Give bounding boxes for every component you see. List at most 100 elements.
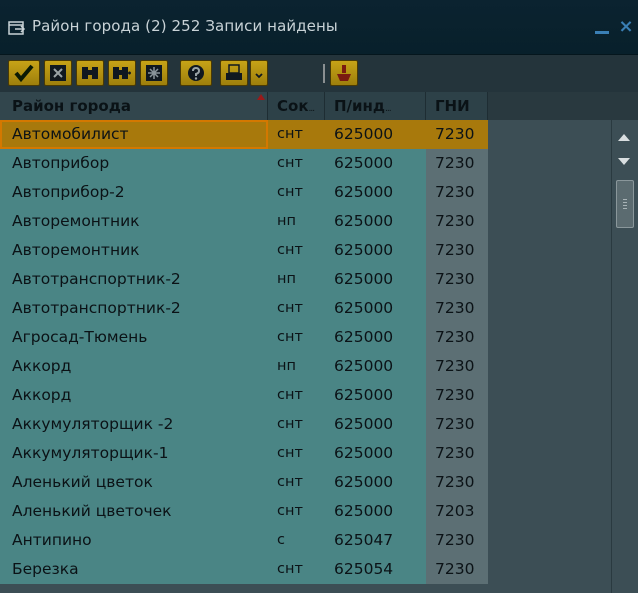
cell-city: Автомобилист <box>0 120 268 149</box>
cell-gni: 7230 <box>426 439 488 468</box>
cell-city: Аленький цветок <box>0 468 268 497</box>
cell-postal: 625000 <box>325 352 426 381</box>
column-header-city[interactable]: Район города <box>0 92 268 120</box>
cell-sok: нп <box>268 265 325 294</box>
cell-city: Авторемонтник <box>0 207 268 236</box>
column-header-postal-ellipsis: ... <box>385 104 392 114</box>
cell-postal: 625000 <box>325 497 426 526</box>
column-header-postal-label: П/инд <box>334 97 386 115</box>
cell-gni: 7230 <box>426 468 488 497</box>
column-header-gni[interactable]: ГНИ <box>426 92 488 120</box>
cell-gni: 7230 <box>426 149 488 178</box>
cell-gni: 7230 <box>426 352 488 381</box>
print-options-dropdown[interactable] <box>250 60 268 86</box>
column-header-postal[interactable]: П/инд... <box>325 92 426 120</box>
cell-postal: 625000 <box>325 265 426 294</box>
cell-postal: 625000 <box>325 120 426 149</box>
table-row[interactable]: Авторемонтник снт 625000 7230 <box>0 236 488 265</box>
settings-button[interactable] <box>140 60 168 86</box>
find-button[interactable] <box>76 60 104 86</box>
help-icon <box>185 64 207 82</box>
table-row[interactable]: Аккорд снт 625000 7230 <box>0 381 488 410</box>
cancel-button[interactable] <box>44 60 72 86</box>
table-row[interactable]: Автоприбор снт 625000 7230 <box>0 149 488 178</box>
find-next-icon <box>112 64 132 82</box>
cell-sok: снт <box>268 178 325 207</box>
confirm-button[interactable] <box>8 60 40 86</box>
cell-postal: 625047 <box>325 526 426 555</box>
cell-city: Автоприбор-2 <box>0 178 268 207</box>
cell-postal: 625000 <box>325 410 426 439</box>
find-icon <box>81 64 99 82</box>
cell-postal: 625054 <box>325 555 426 584</box>
find-next-button[interactable] <box>108 60 136 86</box>
cell-city: Авторемонтник <box>0 236 268 265</box>
scroll-down-icon[interactable] <box>618 158 630 165</box>
cell-city: Агросад-Тюмень <box>0 323 268 352</box>
cell-city: Антипино <box>0 526 268 555</box>
vertical-scrollbar[interactable] <box>611 120 638 593</box>
scroll-up-icon[interactable] <box>618 134 630 141</box>
cell-city: Автотранспортник-2 <box>0 294 268 323</box>
column-header-sok-ellipsis: ... <box>308 104 316 114</box>
cell-city: Аккумуляторщик -2 <box>0 410 268 439</box>
cell-sok: снт <box>268 323 325 352</box>
cell-sok: снт <box>268 120 325 149</box>
help-button[interactable] <box>180 60 212 86</box>
table-row[interactable]: Антипино с 625047 7230 <box>0 526 488 555</box>
table-row[interactable]: Агросад-Тюмень снт 625000 7230 <box>0 323 488 352</box>
minimize-icon[interactable] <box>594 20 610 36</box>
cell-sok: снт <box>268 410 325 439</box>
cell-postal: 625000 <box>325 236 426 265</box>
print-button[interactable] <box>220 60 248 86</box>
cell-sok: нп <box>268 207 325 236</box>
table-row[interactable]: Авторемонтник нп 625000 7230 <box>0 207 488 236</box>
cell-city: Автоприбор <box>0 149 268 178</box>
cell-postal: 625000 <box>325 323 426 352</box>
cell-postal: 625000 <box>325 149 426 178</box>
cell-postal: 625000 <box>325 294 426 323</box>
column-header-sok[interactable]: Сок... <box>268 92 325 120</box>
table-row[interactable]: Автотранспортник-2 нп 625000 7230 <box>0 265 488 294</box>
cell-gni: 7203 <box>426 497 488 526</box>
cell-gni: 7230 <box>426 207 488 236</box>
cell-city: Автотранспортник-2 <box>0 265 268 294</box>
table-row[interactable]: Автомобилист снт 625000 7230 <box>0 120 488 149</box>
window-icon <box>8 20 26 36</box>
cell-sok: снт <box>268 497 325 526</box>
table-row[interactable]: Аккумуляторщик -2 снт 625000 7230 <box>0 410 488 439</box>
cell-sok: нп <box>268 352 325 381</box>
table-row[interactable]: Аленький цветочек снт 625000 7203 <box>0 497 488 526</box>
checkmark-icon <box>14 64 34 82</box>
column-header-sok-label: Сок <box>277 97 309 115</box>
cell-postal: 625000 <box>325 178 426 207</box>
table-row[interactable]: Автотранспортник-2 снт 625000 7230 <box>0 294 488 323</box>
column-header-city-label: Район города <box>12 97 131 115</box>
cell-sok: снт <box>268 381 325 410</box>
cell-sok: с <box>268 526 325 555</box>
cell-postal: 625000 <box>325 207 426 236</box>
cell-sok: снт <box>268 439 325 468</box>
cell-city: Аккорд <box>0 381 268 410</box>
cell-city: Аленький цветочек <box>0 497 268 526</box>
settings-icon <box>145 64 163 82</box>
table-row[interactable]: Аккорд нп 625000 7230 <box>0 352 488 381</box>
column-header-gni-label: ГНИ <box>435 97 470 115</box>
cell-gni: 7230 <box>426 526 488 555</box>
window-title: Район города (2) 252 Записи найдены <box>32 17 338 35</box>
table-row[interactable]: Автоприбор-2 снт 625000 7230 <box>0 178 488 207</box>
scrollbar-thumb[interactable] <box>616 180 634 228</box>
table-header: Район города Сок... П/инд... ГНИ <box>0 92 638 120</box>
filter-icon <box>335 64 353 82</box>
cell-sok: снт <box>268 294 325 323</box>
table-row[interactable]: Березка снт 625054 7230 <box>0 555 488 584</box>
column-header-filler <box>488 92 638 120</box>
table-row[interactable]: Аленький цветок снт 625000 7230 <box>0 468 488 497</box>
close-icon[interactable]: × <box>617 18 635 36</box>
table-row[interactable]: Аккумуляторщик-1 снт 625000 7230 <box>0 439 488 468</box>
cell-gni: 7230 <box>426 410 488 439</box>
cell-gni: 7230 <box>426 294 488 323</box>
dropdown-icon <box>254 65 264 81</box>
cell-postal: 625000 <box>325 381 426 410</box>
filter-button[interactable] <box>330 60 358 86</box>
